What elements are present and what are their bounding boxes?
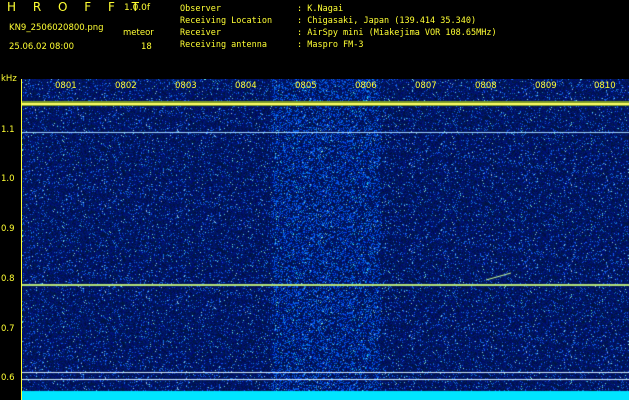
y-tick-label: 0.8	[1, 274, 15, 284]
info-key-observer: Observer	[180, 4, 221, 14]
y-tick-label: 0.9	[1, 224, 15, 234]
x-tick-label: 0806	[355, 81, 377, 91]
app-version: 1.0.0f	[124, 3, 151, 13]
x-tick-label: 0808	[475, 81, 497, 91]
y-tick-label: 1.0	[1, 174, 15, 184]
x-tick-label: 0804	[235, 81, 257, 91]
x-tick-label: 0809	[535, 81, 557, 91]
info-key-location: Receiving Location	[180, 16, 273, 26]
info-value-receiver: : AirSpy mini (Miakejima VOR 108.65MHz)	[297, 28, 497, 38]
x-tick-label: 0802	[115, 81, 137, 91]
x-tick-label: 0805	[295, 81, 317, 91]
y-axis-line	[21, 79, 22, 400]
file-name: KN9_2506020800.png	[9, 23, 104, 33]
meteor-count: 18	[141, 42, 152, 52]
info-key-antenna: Receiving antenna	[180, 40, 267, 50]
y-tick-label: 0.6	[1, 373, 15, 383]
y-axis-unit: kHz	[1, 74, 17, 84]
capture-datetime: 25.06.02 08:00	[9, 42, 75, 52]
x-tick-label: 0801	[55, 81, 77, 91]
x-tick-label: 0807	[415, 81, 437, 91]
y-tick-label: 1.1	[1, 125, 15, 135]
spectrogram	[21, 79, 629, 400]
x-tick-label: 0803	[175, 81, 197, 91]
hrofft-window: H R O F F T 1.0.0f KN9_2506020800.png 25…	[0, 0, 629, 400]
info-value-antenna: : Maspro FM-3	[297, 40, 364, 50]
info-value-observer: : K.Nagai	[297, 4, 344, 14]
meteor-label: meteor	[123, 28, 154, 38]
info-key-receiver: Receiver	[180, 28, 221, 38]
info-value-location: : Chigasaki, Japan (139.414 35.340)	[297, 16, 477, 26]
y-tick-label: 0.7	[1, 324, 15, 334]
x-tick-label: 0810	[594, 81, 616, 91]
